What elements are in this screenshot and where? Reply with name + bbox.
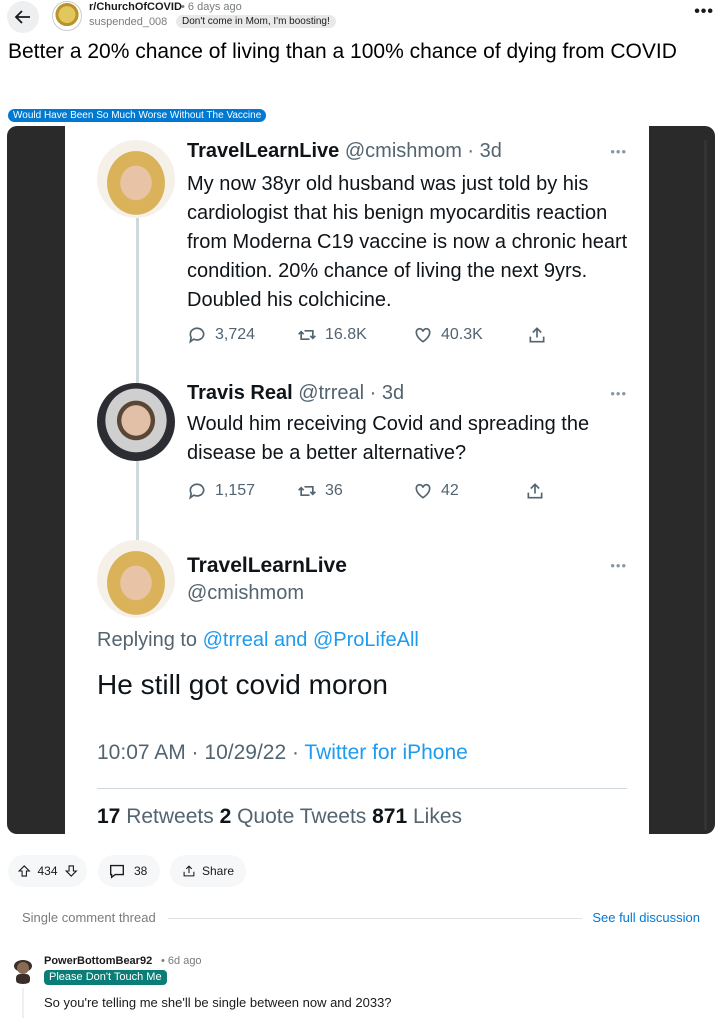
commenter-username[interactable]: PowerBottomBear92: [44, 955, 152, 967]
tweet-text: My now 38yr old husband was just told by…: [187, 173, 628, 311]
downvote-icon[interactable]: [64, 862, 78, 880]
image-edge-bar: [704, 140, 707, 830]
like-count: 40.3K: [413, 325, 483, 345]
tweet-text: He still got covid moron: [97, 669, 389, 700]
share-icon: [183, 865, 195, 877]
comment-thread-line[interactable]: [22, 988, 24, 1018]
tweet-actions: 1,157 36 42: [187, 481, 547, 503]
replying-users: @trreal and @ProLifeAll: [202, 629, 419, 651]
reply-icon: [189, 483, 205, 500]
commenter-avatar[interactable]: [8, 954, 38, 984]
tweet-header: Travis Real @trreal · 3d: [187, 382, 404, 405]
reply-count: 3,724: [187, 325, 255, 345]
back-button[interactable]: [7, 1, 39, 33]
comment-icon: [110, 864, 124, 879]
like-count: 42: [413, 481, 459, 501]
heart-icon: [415, 327, 431, 343]
retweet-icon: [298, 486, 316, 496]
share-label: Share: [201, 864, 234, 878]
tweet-author-name: TravelLearnLive: [187, 140, 340, 162]
upvote-icon[interactable]: [17, 862, 31, 880]
replying-to: Replying to @trreal and @ProLifeAll: [97, 629, 419, 651]
comment-body: So you're telling me she'll be single be…: [44, 995, 392, 1010]
see-full-discussion-link[interactable]: See full discussion: [592, 910, 700, 925]
dots-icon: •••: [610, 386, 627, 401]
thread-connector: [136, 218, 139, 543]
post-age: • 6 days ago: [181, 1, 242, 13]
post-author[interactable]: suspended_008: [89, 16, 167, 28]
tweet-screenshot: TravelLearnLive @cmishmom · 3d ••• My no…: [65, 126, 649, 834]
thread-label: Single comment thread: [22, 910, 156, 925]
divider: [97, 788, 627, 789]
post-header: r/ChurchOfCOVID • 6 days ago suspended_0…: [0, 0, 722, 34]
subreddit-name[interactable]: r/ChurchOfCOVID: [89, 1, 182, 13]
retweet-count: 16.8K: [297, 325, 367, 345]
subreddit-avatar[interactable]: [52, 1, 82, 31]
tweet-author-name: Travis Real: [187, 382, 293, 404]
tweet-author-name: TravelLearnLive: [187, 554, 347, 577]
retweet-icon: [298, 330, 316, 340]
tweet-source: Twitter for iPhone: [304, 741, 468, 764]
tweet-text: Would him receiving Covid and spreading …: [187, 413, 590, 464]
reply-icon: [189, 327, 205, 344]
dots-icon: •••: [610, 144, 627, 159]
tweet-time: 10:07 AM · 10/29/22 ·: [97, 741, 305, 764]
comments-button[interactable]: 38: [98, 855, 160, 887]
share-icon: [527, 483, 543, 499]
comment-age: • 6d ago: [161, 955, 202, 967]
vote-count: 434: [37, 864, 58, 878]
retweet-count: 36: [297, 481, 343, 501]
comment-count: 38: [134, 864, 148, 878]
arrow-left-icon: [14, 10, 30, 24]
share-tweet: [525, 481, 545, 501]
avatar: [97, 383, 175, 461]
commenter-flair: Please Don't Touch Me: [44, 970, 167, 985]
more-options-button[interactable]: •••: [694, 3, 714, 21]
post-image[interactable]: TravelLearnLive @cmishmom · 3d ••• My no…: [7, 126, 715, 834]
tweet-handle: @cmishmom · 3d: [344, 140, 502, 162]
share-button[interactable]: Share: [170, 855, 246, 887]
dots-icon: •••: [610, 558, 627, 573]
share-icon: [529, 327, 545, 343]
post-title: Better a 20% chance of living than a 100…: [8, 40, 677, 63]
avatar: [97, 140, 175, 218]
tweet-handle: @trreal · 3d: [298, 382, 405, 404]
snoo-avatar-icon: [14, 960, 32, 984]
avatar: [97, 540, 175, 618]
tweet-handle: @cmishmom: [187, 582, 304, 604]
divider: [168, 918, 582, 919]
share-tweet: [527, 325, 547, 345]
reply-count: 1,157: [187, 481, 255, 501]
tweet-meta: 10:07 AM · 10/29/22 · Twitter for iPhone: [97, 741, 468, 765]
tweet-header: TravelLearnLive @cmishmom · 3d: [187, 140, 502, 163]
heart-icon: [415, 483, 431, 499]
author-flair: Don't come in Mom, I'm boosting!: [176, 15, 336, 28]
post-flair[interactable]: Would Have Been So Much Worse Without Th…: [8, 109, 267, 122]
tweet-stats: 17 Retweets 2 Quote Tweets 871 Likes: [97, 805, 463, 828]
vote-bar: 434: [8, 855, 87, 887]
tweet-actions: 3,724 16.8K 40.3K: [187, 325, 547, 347]
